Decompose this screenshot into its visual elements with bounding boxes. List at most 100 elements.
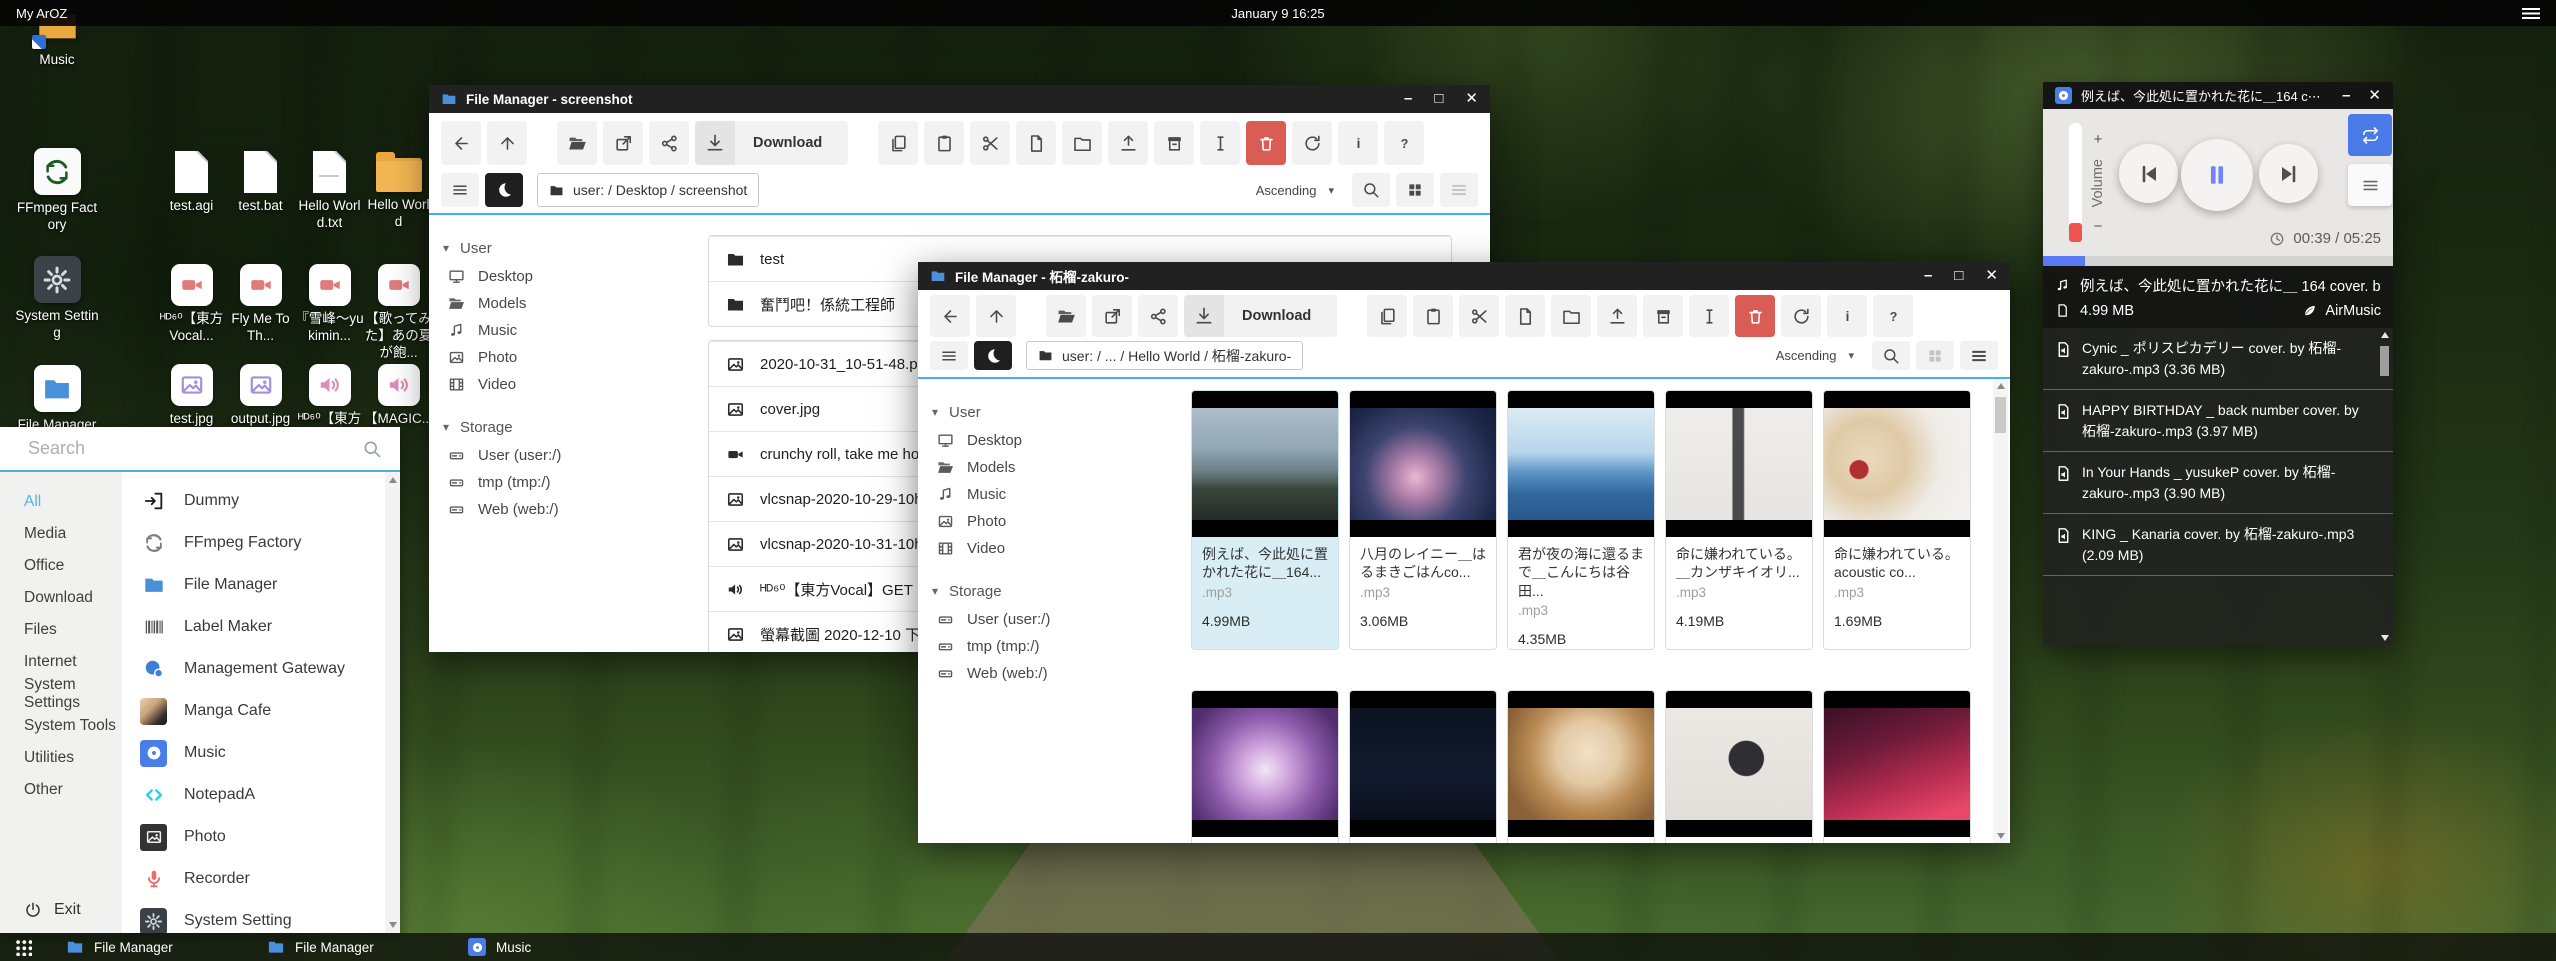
sidebar-section-header[interactable]: ▾ User xyxy=(932,397,1172,427)
delete-button[interactable] xyxy=(1735,295,1775,337)
app-list-item[interactable]: System Setting xyxy=(122,900,385,933)
sidebar-item[interactable]: Video xyxy=(932,535,1172,562)
close-button[interactable]: ✕ xyxy=(1465,85,1478,113)
cut-button[interactable] xyxy=(970,121,1010,165)
file-card[interactable]: 命に嫌われている。＿カンザキイオリ... .mp3 4.19MB xyxy=(1665,390,1813,650)
dark-mode-toggle[interactable] xyxy=(974,341,1012,370)
rename-button[interactable] xyxy=(1689,295,1729,337)
upload-button[interactable] xyxy=(1108,121,1148,165)
share-button[interactable] xyxy=(1138,295,1178,337)
open-in-new-button[interactable] xyxy=(1092,295,1132,337)
playlist-item[interactable]: Cynic _ ポリスピカデリー cover. by 柘榴-zakuro-.mp… xyxy=(2043,328,2393,390)
exit-button[interactable]: Exit xyxy=(0,887,122,933)
category-item[interactable]: Media xyxy=(0,518,122,550)
copy-button[interactable] xyxy=(878,121,918,165)
open-button[interactable] xyxy=(1046,295,1086,337)
delete-button[interactable] xyxy=(1246,121,1286,165)
upload-button[interactable] xyxy=(1597,295,1637,337)
sidebar-item[interactable]: Photo xyxy=(443,344,683,371)
sidebar-item[interactable]: Models xyxy=(443,290,683,317)
sidebar-item[interactable]: Photo xyxy=(932,508,1172,535)
playlist-scrollbar[interactable] xyxy=(2378,332,2391,641)
list-view-button[interactable] xyxy=(1960,341,1998,370)
desktop-launcher[interactable]: System Setting xyxy=(14,256,100,342)
sidebar-section-header[interactable]: ▾ Storage xyxy=(932,576,1172,606)
category-item[interactable]: Utilities xyxy=(0,742,122,774)
sidebar-item[interactable]: Web (web:/) xyxy=(443,496,683,523)
sort-dropdown[interactable]: Ascending ▾ xyxy=(1244,183,1346,198)
file-card[interactable]: 例えば、今此処に置かれた花に＿164... .mp3 4.99MB xyxy=(1191,390,1339,650)
download-button[interactable]: Download xyxy=(1184,295,1337,337)
scroll-down-icon[interactable] xyxy=(2381,635,2389,641)
close-button[interactable]: ✕ xyxy=(2368,82,2381,110)
hamburger-button[interactable] xyxy=(441,173,479,207)
sidebar-item[interactable]: Desktop xyxy=(443,263,683,290)
desktop-file[interactable]: 【歌ってみた】あの夏が飽... xyxy=(364,264,433,362)
help-button[interactable] xyxy=(1384,121,1424,165)
file-card[interactable]: 八月のレイニー＿はるまきごはんco... .mp3 3.06MB xyxy=(1349,390,1497,650)
app-list-item[interactable]: Label Maker xyxy=(122,606,385,648)
sidebar-item[interactable]: User (user:/) xyxy=(932,606,1172,633)
open-in-new-button[interactable] xyxy=(603,121,643,165)
scroll-down-icon[interactable] xyxy=(389,922,397,928)
new-folder-button[interactable] xyxy=(1062,121,1102,165)
desktop-file[interactable]: Hello World.txt xyxy=(295,151,364,232)
playlist-item[interactable]: In Your Hands _ yusukeP cover. by 柘榴-zak… xyxy=(2043,452,2393,514)
search-icon[interactable] xyxy=(362,439,382,459)
search-button[interactable] xyxy=(1872,341,1910,370)
title-bar[interactable]: File Manager - screenshot – □ ✕ xyxy=(429,85,1490,113)
search-input[interactable] xyxy=(26,437,362,460)
repeat-button[interactable] xyxy=(2348,114,2392,156)
app-list-item[interactable]: Music xyxy=(122,732,385,774)
refresh-button[interactable] xyxy=(1781,295,1821,337)
sidebar-item[interactable]: Web (web:/) xyxy=(932,660,1172,687)
maximize-button[interactable]: □ xyxy=(1954,262,1963,290)
desktop-file[interactable]: Hello World xyxy=(364,151,433,232)
open-button[interactable] xyxy=(557,121,597,165)
scrollbar-thumb[interactable] xyxy=(2380,346,2389,376)
volume-down[interactable]: − xyxy=(2094,218,2103,235)
scroll-up-icon[interactable] xyxy=(1997,383,2005,389)
category-item[interactable]: System Tools xyxy=(0,710,122,742)
scrollbar[interactable] xyxy=(1993,379,2008,843)
file-card[interactable]: 命に嫌われている。acoustic co... .mp3 1.69MB xyxy=(1823,390,1971,650)
category-item[interactable]: Files xyxy=(0,614,122,646)
sidebar-item[interactable]: Desktop xyxy=(932,427,1172,454)
file-card[interactable]: 菫と薔薇 _ 青木月... xyxy=(1507,690,1655,843)
rename-button[interactable] xyxy=(1200,121,1240,165)
refresh-button[interactable] xyxy=(1292,121,1332,165)
search-bar[interactable] xyxy=(0,427,400,472)
app-list-item[interactable]: Manga Cafe xyxy=(122,690,385,732)
category-item[interactable]: Other xyxy=(0,774,122,806)
taskbar-item[interactable]: Music xyxy=(468,938,669,956)
previous-button[interactable] xyxy=(2119,144,2178,203)
info-button[interactable] xyxy=(1827,295,1867,337)
minimize-button[interactable]: – xyxy=(1404,85,1412,113)
sidebar-item[interactable]: tmp (tmp:/) xyxy=(443,469,683,496)
app-list-item[interactable]: Management Gateway xyxy=(122,648,385,690)
close-button[interactable]: ✕ xyxy=(1985,262,1998,290)
path-bar[interactable]: user: / ... / Hello World / 柘榴-zakuro- xyxy=(1026,341,1303,370)
category-item[interactable]: All xyxy=(0,486,122,518)
up-button[interactable] xyxy=(487,121,527,165)
title-bar[interactable]: File Manager - 柘榴-zakuro- – □ ✕ xyxy=(918,262,2010,290)
app-list-item[interactable]: NotepadA xyxy=(122,774,385,816)
sidebar-section-header[interactable]: ▾ User xyxy=(443,233,683,263)
minimize-button[interactable]: – xyxy=(1924,262,1932,290)
sidebar-item[interactable]: Video xyxy=(443,371,683,398)
hamburger-button[interactable] xyxy=(930,341,968,370)
desktop-file[interactable]: test.bat xyxy=(226,151,295,232)
download-button[interactable]: Download xyxy=(695,121,848,165)
path-bar[interactable]: user: / Desktop / screenshot xyxy=(537,173,759,207)
archive-button[interactable] xyxy=(1643,295,1683,337)
minimize-button[interactable]: – xyxy=(2342,82,2350,110)
app-list-scrollbar[interactable] xyxy=(385,472,400,933)
cut-button[interactable] xyxy=(1459,295,1499,337)
info-button[interactable] xyxy=(1338,121,1378,165)
search-button[interactable] xyxy=(1352,173,1390,207)
new-file-button[interactable] xyxy=(1016,121,1056,165)
app-grid-icon[interactable] xyxy=(15,939,32,956)
new-folder-button[interactable] xyxy=(1551,295,1591,337)
file-card[interactable]: 妄想感傷代償連盟... xyxy=(1665,690,1813,843)
sidebar-item[interactable]: Models xyxy=(932,454,1172,481)
